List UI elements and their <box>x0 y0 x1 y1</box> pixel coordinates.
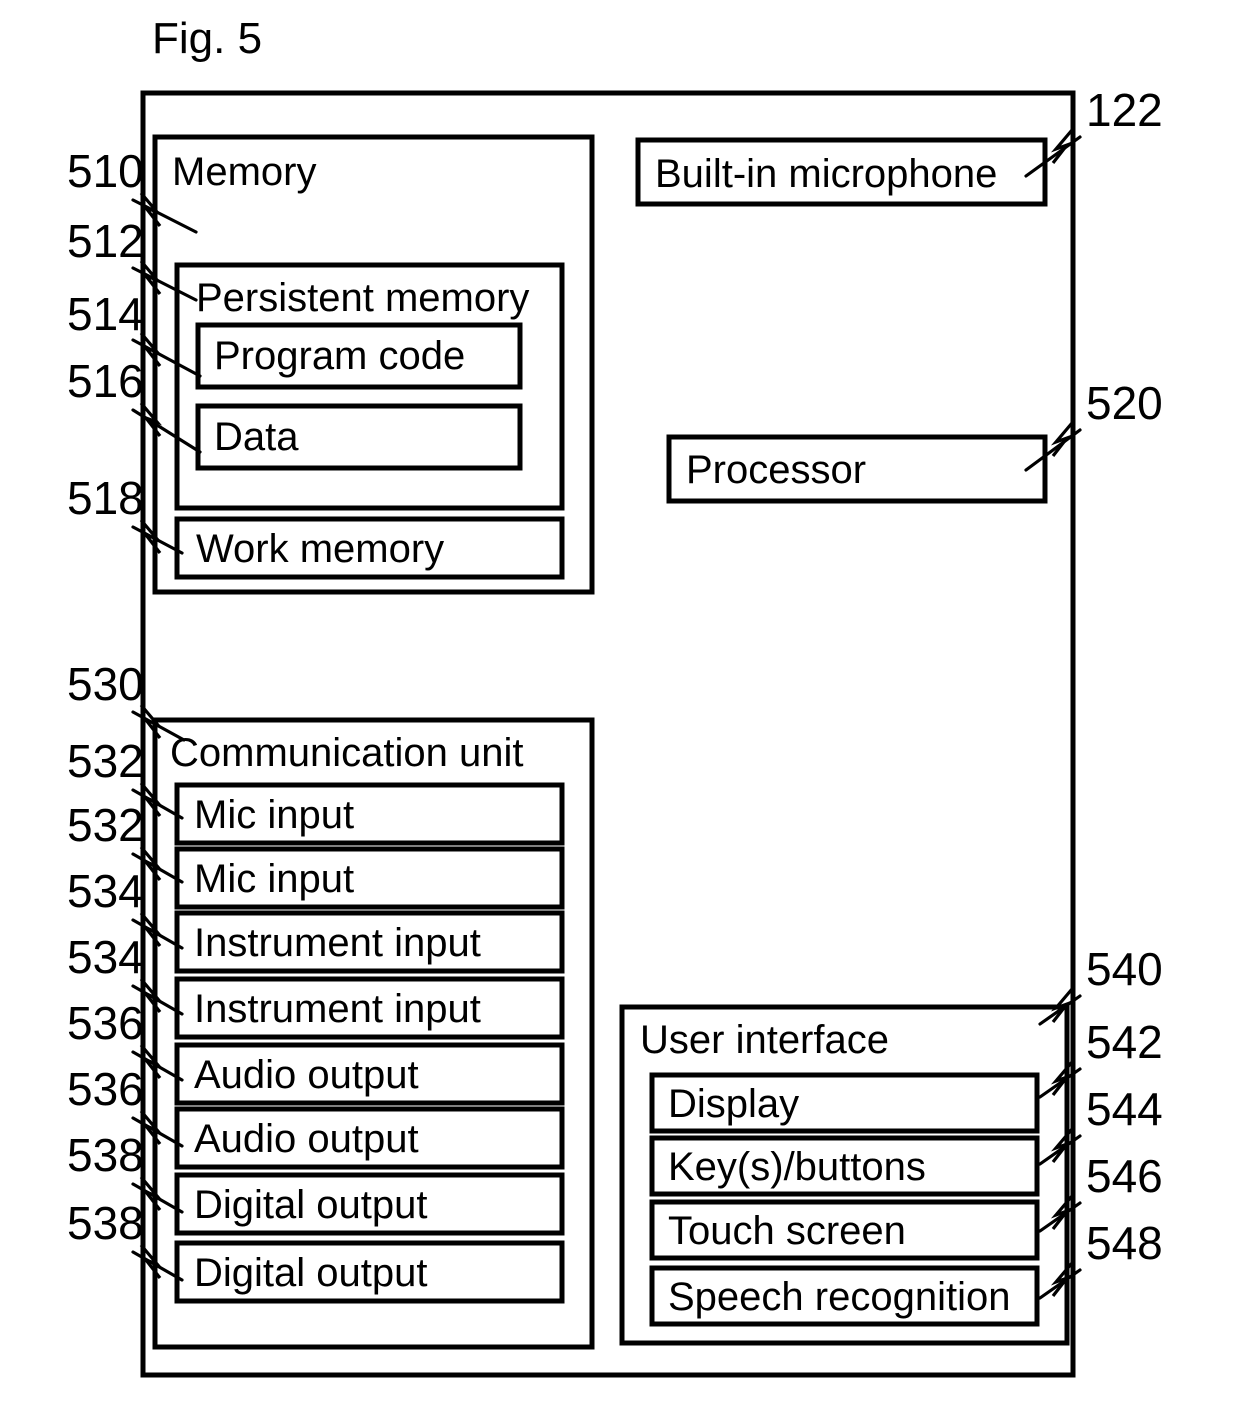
ref-122: 122 <box>1086 84 1163 136</box>
communication-unit-label: Communication unit <box>170 731 524 775</box>
ref-548: 548 <box>1086 1217 1163 1269</box>
ref-538-a: 538 <box>67 1129 144 1181</box>
builtin-microphone-label: Built-in microphone <box>655 152 997 196</box>
memory-label: Memory <box>172 150 316 194</box>
processor-label: Processor <box>686 448 866 492</box>
port-label-audio-output-2: Audio output <box>194 1117 419 1161</box>
port-label-mic-input-1: Mic input <box>194 793 354 837</box>
work-memory-label: Work memory <box>196 527 444 571</box>
ref-544: 544 <box>1086 1083 1163 1135</box>
speech-recognition-label: Speech recognition <box>668 1275 1010 1319</box>
keys-buttons-label: Key(s)/buttons <box>668 1145 926 1189</box>
port-label-instrument-input-1: Instrument input <box>194 921 481 965</box>
ref-518: 518 <box>67 472 144 524</box>
ref-510: 510 <box>67 145 144 197</box>
touch-screen-label: Touch screen <box>668 1209 906 1253</box>
user-interface-label: User interface <box>640 1018 889 1062</box>
port-label-digital-output-1: Digital output <box>194 1183 427 1227</box>
display-label: Display <box>668 1082 799 1126</box>
ref-536-b: 536 <box>67 1063 144 1115</box>
ref-534-b: 534 <box>67 931 144 983</box>
program-code-label: Program code <box>214 334 465 378</box>
ref-532-a: 532 <box>67 735 144 787</box>
port-label-instrument-input-2: Instrument input <box>194 987 481 1031</box>
ref-514: 514 <box>67 288 144 340</box>
ref-516: 516 <box>67 355 144 407</box>
ref-534-a: 534 <box>67 865 144 917</box>
ref-530: 530 <box>67 658 144 710</box>
ref-538-b: 538 <box>67 1197 144 1249</box>
figure-canvas: Fig. 5 Memory Persistent memory Program … <box>67 14 1163 1378</box>
port-label-digital-output-2: Digital output <box>194 1251 427 1295</box>
ref-512: 512 <box>67 215 144 267</box>
ref-546: 546 <box>1086 1150 1163 1202</box>
data-label: Data <box>214 415 299 459</box>
ref-542: 542 <box>1086 1016 1163 1068</box>
port-label-mic-input-2: Mic input <box>194 857 354 901</box>
figure-title: Fig. 5 <box>152 14 262 63</box>
ref-540: 540 <box>1086 943 1163 995</box>
persistent-memory-label: Persistent memory <box>196 276 529 320</box>
ref-536-a: 536 <box>67 997 144 1049</box>
port-label-audio-output-1: Audio output <box>194 1053 419 1097</box>
ref-532-b: 532 <box>67 799 144 851</box>
ref-520: 520 <box>1086 377 1163 429</box>
patent-figure-5: Fig. 5 Memory Persistent memory Program … <box>0 0 1240 1402</box>
